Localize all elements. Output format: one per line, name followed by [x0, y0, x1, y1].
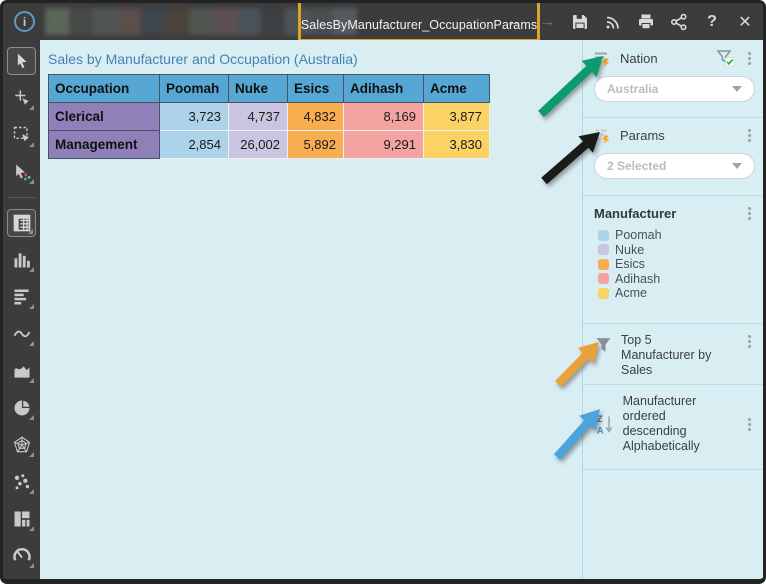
- line-chart-tool[interactable]: [7, 320, 36, 348]
- help-icon[interactable]: ?: [700, 10, 724, 34]
- table-cell[interactable]: 4,832: [288, 103, 344, 131]
- table-cell[interactable]: 3,723: [160, 103, 229, 131]
- legend-swatch: [598, 273, 609, 284]
- legend-swatch: [598, 230, 609, 241]
- legend-label: Esics: [615, 257, 645, 271]
- legend-swatch: [598, 288, 609, 299]
- visual-title: Sales by Manufacturer and Occupation (Au…: [48, 51, 582, 67]
- crosshair-tool[interactable]: [7, 84, 36, 112]
- table-row: Clerical 3,723 4,737 4,832 8,169 3,877: [49, 103, 490, 131]
- grid-view-tool[interactable]: [7, 209, 36, 237]
- column-header[interactable]: Occupation: [49, 75, 160, 103]
- params-dropdown[interactable]: 2 Selected: [594, 153, 755, 179]
- column-header[interactable]: Nuke: [229, 75, 288, 103]
- svg-text:A: A: [597, 425, 604, 435]
- toolbar: i SalesByManufacturer_OccupationParams ←…: [3, 3, 763, 40]
- legend-label: Nuke: [615, 243, 644, 257]
- column-header[interactable]: Esics: [288, 75, 344, 103]
- svg-text:Z: Z: [597, 414, 603, 424]
- column-header[interactable]: Acme: [424, 75, 490, 103]
- section-menu-icon[interactable]: [744, 333, 755, 349]
- back-icon[interactable]: ←: [502, 10, 526, 34]
- column-header[interactable]: Adihash: [344, 75, 424, 103]
- chevron-down-icon: [732, 163, 742, 169]
- table-cell[interactable]: 3,830: [424, 131, 490, 159]
- chevron-down-icon: [732, 86, 742, 92]
- params-dropdown-value: 2 Selected: [607, 159, 732, 173]
- pointer-tool[interactable]: [7, 47, 36, 75]
- legend-section: Manufacturer Poomah Nuke Esics: [583, 196, 763, 324]
- top-filter-section: Top 5 Manufacturer by Sales: [583, 324, 763, 385]
- legend-label: Acme: [615, 286, 647, 300]
- row-header[interactable]: Management: [49, 131, 160, 159]
- nation-dropdown[interactable]: Australia: [594, 76, 755, 102]
- tools-sidebar: [3, 40, 40, 579]
- share-icon[interactable]: [667, 10, 691, 34]
- params-slicer-icon: [594, 127, 612, 144]
- row-header[interactable]: Clerical: [49, 103, 160, 131]
- table-cell[interactable]: 8,169: [344, 103, 424, 131]
- sidebar-divider: [8, 197, 35, 198]
- section-menu-icon[interactable]: [743, 205, 755, 221]
- legend-item[interactable]: Poomah: [598, 228, 755, 243]
- legend-swatch: [598, 259, 609, 270]
- params-label: Params: [620, 128, 665, 143]
- legend-item[interactable]: Esics: [598, 257, 755, 272]
- sort-label: Manufacturer ordered descending Alphabet…: [623, 394, 728, 454]
- section-menu-icon[interactable]: [744, 416, 755, 432]
- table-cell[interactable]: 4,737: [229, 103, 288, 131]
- column-chart-tool[interactable]: [7, 246, 36, 274]
- table-header-row: Occupation Poomah Nuke Esics Adihash Acm…: [49, 75, 490, 103]
- broadcast-icon[interactable]: [601, 10, 625, 34]
- treemap-tool[interactable]: [7, 505, 36, 533]
- bar-chart-tool[interactable]: [7, 283, 36, 311]
- pivot-table: Occupation Poomah Nuke Esics Adihash Acm…: [48, 74, 490, 159]
- close-icon[interactable]: ✕: [733, 10, 757, 34]
- pie-chart-tool[interactable]: [7, 394, 36, 422]
- section-menu-icon[interactable]: [743, 50, 755, 66]
- table-cell[interactable]: 2,854: [160, 131, 229, 159]
- multi-select-tool[interactable]: [7, 158, 36, 186]
- nation-slicer-section: Nation Australia: [583, 40, 763, 118]
- forward-icon[interactable]: →: [535, 10, 559, 34]
- gauge-tool[interactable]: [7, 542, 36, 570]
- area-chart-tool[interactable]: [7, 357, 36, 385]
- app-window: i SalesByManufacturer_OccupationParams ←…: [0, 0, 766, 584]
- legend-label: Poomah: [615, 228, 662, 242]
- table-cell[interactable]: 5,892: [288, 131, 344, 159]
- nation-dropdown-value: Australia: [607, 82, 732, 96]
- legend-swatch: [598, 244, 609, 255]
- column-header[interactable]: Poomah: [160, 75, 229, 103]
- sort-za-descending-icon: Z A: [594, 411, 615, 437]
- filters-panel: Nation Australia: [582, 40, 763, 579]
- marquee-select-tool[interactable]: [7, 121, 36, 149]
- section-menu-icon[interactable]: [743, 128, 755, 144]
- scatter-chart-tool[interactable]: [7, 468, 36, 496]
- table-cell[interactable]: 9,291: [344, 131, 424, 159]
- top-filter-label: Top 5 Manufacturer by Sales: [621, 333, 728, 378]
- filter-applied-icon[interactable]: [716, 49, 735, 67]
- report-canvas: Sales by Manufacturer and Occupation (Au…: [40, 40, 582, 579]
- print-icon[interactable]: [634, 10, 658, 34]
- table-cell[interactable]: 3,877: [424, 103, 490, 131]
- save-icon[interactable]: [568, 10, 592, 34]
- legend-label: Adihash: [615, 272, 660, 286]
- legend-title: Manufacturer: [594, 206, 676, 221]
- info-icon[interactable]: i: [14, 11, 35, 32]
- legend-item[interactable]: Acme: [598, 286, 755, 301]
- slicer-label: Nation: [620, 51, 658, 66]
- legend-item[interactable]: Nuke: [598, 243, 755, 258]
- sort-section: Z A Manufacturer ordered descending Alph…: [583, 385, 763, 470]
- table-cell[interactable]: 26,002: [229, 131, 288, 159]
- slicer-icon: [594, 50, 612, 67]
- params-slicer-section: Params 2 Selected: [583, 118, 763, 196]
- table-row: Management 2,854 26,002 5,892 9,291 3,83…: [49, 131, 490, 159]
- funnel-icon: [594, 335, 613, 355]
- radar-chart-tool[interactable]: [7, 431, 36, 459]
- legend-item[interactable]: Adihash: [598, 272, 755, 287]
